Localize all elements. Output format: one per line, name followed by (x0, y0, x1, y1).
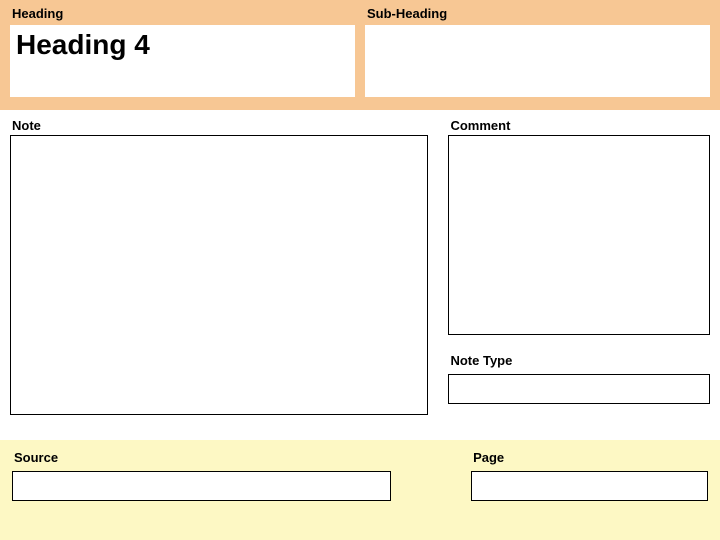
footer-band: Source Page (0, 440, 720, 540)
comment-column: Comment Note Type (448, 118, 710, 432)
heading-label: Heading (10, 6, 355, 21)
source-label: Source (12, 450, 391, 465)
heading-column: Heading Heading 4 (10, 6, 355, 100)
page-field[interactable] (471, 471, 708, 501)
subheading-field[interactable] (365, 25, 710, 97)
source-column: Source (12, 450, 391, 530)
comment-label: Comment (448, 118, 710, 133)
middle-section: Note Comment Note Type (0, 110, 720, 440)
page-column: Page (471, 450, 708, 530)
comment-field[interactable] (448, 135, 710, 335)
page-label: Page (471, 450, 708, 465)
note-column: Note (10, 118, 428, 432)
heading-field[interactable]: Heading 4 (10, 25, 355, 97)
heading-value: Heading 4 (16, 29, 349, 61)
notetype-label: Note Type (448, 353, 710, 368)
subheading-column: Sub-Heading (365, 6, 710, 100)
source-field[interactable] (12, 471, 391, 501)
subheading-label: Sub-Heading (365, 6, 710, 21)
note-label: Note (10, 118, 428, 133)
notetype-field[interactable] (448, 374, 710, 404)
note-field[interactable] (10, 135, 428, 415)
header-band: Heading Heading 4 Sub-Heading (0, 0, 720, 110)
